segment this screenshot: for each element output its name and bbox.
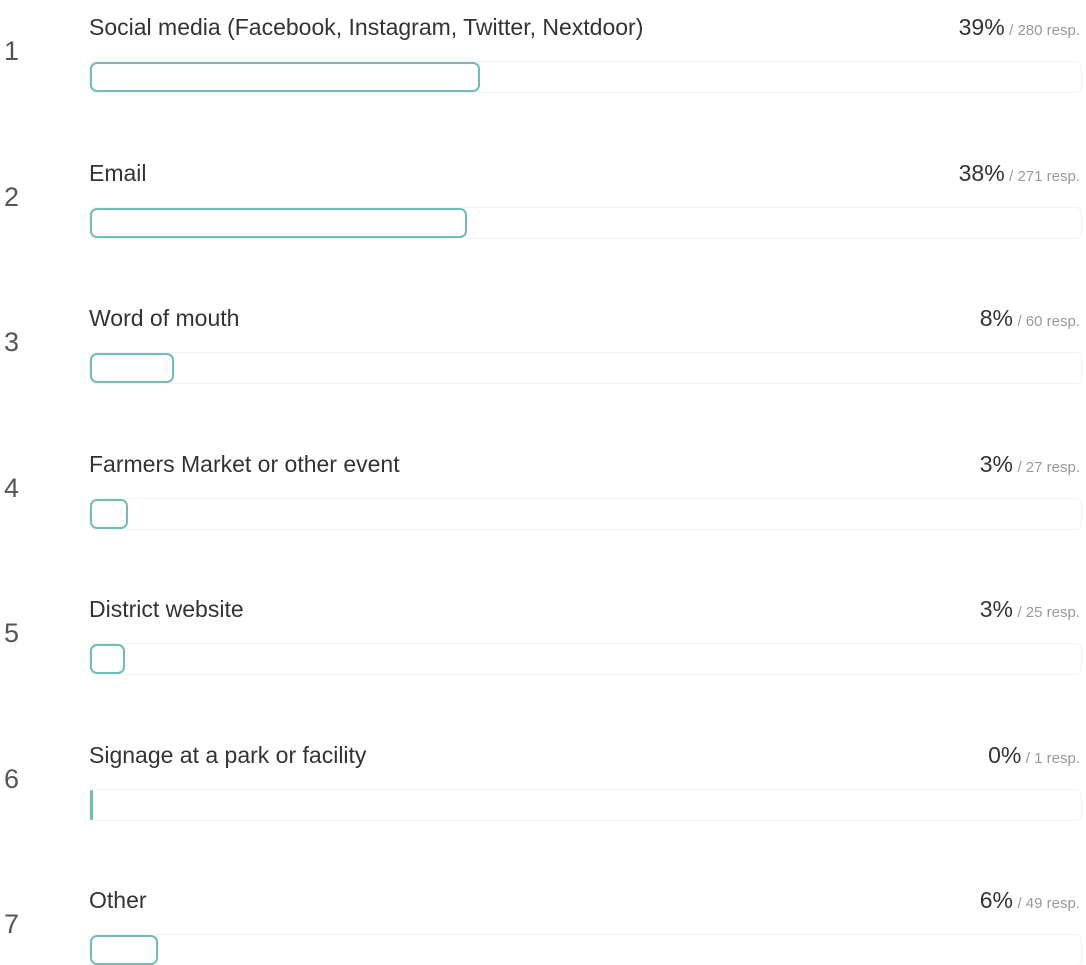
category-label: Word of mouth bbox=[89, 305, 240, 331]
bar bbox=[90, 935, 158, 965]
rank-number: 5 bbox=[4, 618, 20, 648]
bar-track bbox=[89, 643, 1082, 675]
value-label: 3% / 27 resp. bbox=[980, 451, 1080, 478]
bar-track bbox=[89, 497, 1082, 530]
response-count-label: / 60 resp. bbox=[1017, 313, 1080, 330]
value-label: 6% / 49 resp. bbox=[980, 887, 1080, 914]
category-label: Farmers Market or other event bbox=[89, 450, 400, 477]
bar-row: 4 Farmers Market or other event 3% / 27 re… bbox=[0, 451, 1086, 551]
rank-number: 7 bbox=[4, 909, 20, 939]
bar-track bbox=[89, 352, 1082, 384]
bar-row: 7 Other 6% / 49 resp. bbox=[0, 887, 1086, 965]
value-label: 0% / 1 resp. bbox=[988, 742, 1080, 769]
bar-row: 5 District website 3% / 25 resp. bbox=[0, 596, 1086, 696]
value-label: 8% / 60 resp. bbox=[980, 305, 1080, 332]
value-label: 38% / 271 resp. bbox=[959, 160, 1080, 187]
bar-row: 2 Email 38% / 271 resp. bbox=[0, 160, 1086, 260]
percent-label: 0% bbox=[988, 741, 1022, 768]
category-label: Social media (Facebook, Instagram, Twitt… bbox=[89, 14, 644, 40]
category-label: Other bbox=[89, 887, 147, 913]
rank-number: 2 bbox=[4, 181, 20, 212]
bar-row: 6 Signage at a park or facility 0% / 1 res… bbox=[0, 742, 1086, 842]
bar-row: 3 Word of mouth 8% / 60 resp. bbox=[0, 305, 1086, 405]
rank-number: 4 bbox=[4, 472, 20, 503]
bar bbox=[90, 644, 125, 674]
bar-track bbox=[89, 61, 1082, 93]
bar bbox=[90, 498, 128, 529]
category-label: Email bbox=[89, 159, 147, 186]
value-label: 3% / 25 resp. bbox=[980, 596, 1080, 623]
bar bbox=[90, 207, 467, 238]
bar-row: 1 Social media (Facebook, Instagram, Twit… bbox=[0, 14, 1086, 114]
percent-label: 38% bbox=[958, 159, 1005, 186]
percent-label: 3% bbox=[979, 450, 1013, 477]
response-count-label: / 280 resp. bbox=[1009, 22, 1080, 39]
rank-number: 6 bbox=[4, 763, 20, 794]
percent-label: 8% bbox=[979, 305, 1013, 331]
response-count-label: / 25 resp. bbox=[1017, 604, 1080, 621]
percent-label: 3% bbox=[979, 596, 1013, 622]
percent-label: 6% bbox=[979, 887, 1013, 913]
category-label: Signage at a park or facility bbox=[89, 741, 367, 768]
category-label: District website bbox=[89, 596, 244, 622]
response-count-label: / 271 resp. bbox=[1009, 167, 1080, 185]
percent-label: 39% bbox=[958, 14, 1005, 40]
bar bbox=[90, 789, 93, 820]
response-count-label: / 49 resp. bbox=[1017, 895, 1080, 912]
bar bbox=[90, 353, 174, 383]
value-label: 39% / 280 resp. bbox=[959, 14, 1080, 41]
response-count-label: / 27 resp. bbox=[1017, 458, 1080, 476]
bar-track bbox=[89, 206, 1082, 239]
bar-track bbox=[89, 788, 1082, 821]
bar bbox=[90, 62, 480, 92]
rank-number: 3 bbox=[4, 327, 20, 357]
rank-number: 1 bbox=[4, 36, 20, 66]
ranked-bar-chart: 1 Social media (Facebook, Instagram, Twit… bbox=[0, 0, 1086, 965]
response-count-label: / 1 resp. bbox=[1025, 749, 1080, 767]
bar-track bbox=[89, 934, 1082, 965]
